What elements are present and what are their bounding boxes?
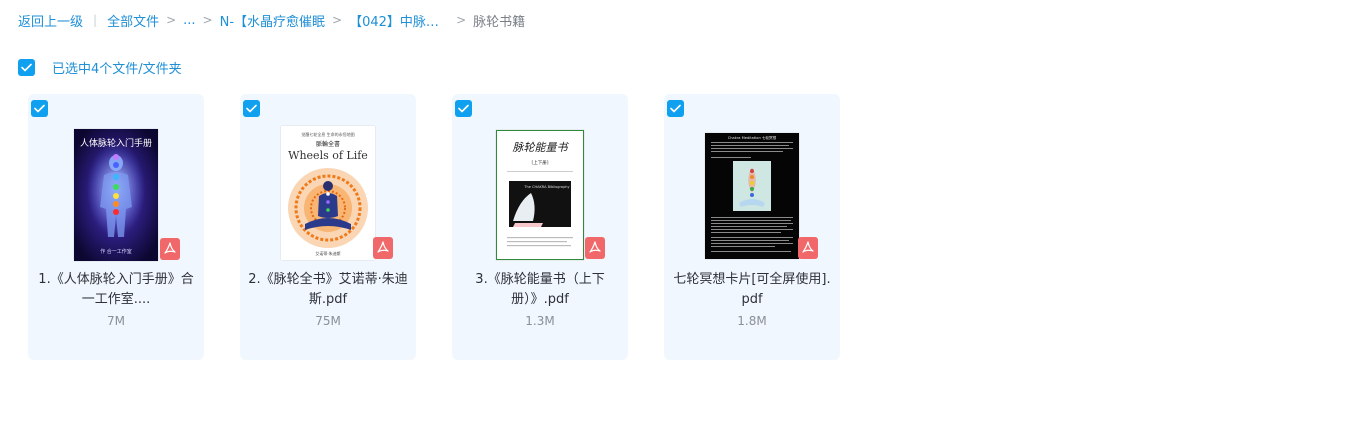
cover-subtitle: [上下册] [531,159,548,166]
file-size: 7M [107,314,125,328]
file-browser-page: 返回上一级 | 全部文件 > ... > N-【水晶疗愈催眠 > 【042】中脉… [0,0,1361,444]
file-name[interactable]: 3.《脉轮能量书（上下册）》.pdf [460,270,620,310]
file-checkbox[interactable] [243,100,260,117]
book-cover-image: 人体脉轮入门手册 作 合一工作室 [74,129,158,261]
select-all-bar: 已选中4个文件/文件夹 [18,58,182,77]
chevron-right-icon: > [166,13,177,27]
breadcrumb-divider: | [93,13,98,27]
file-thumbnail: 脉轮能量书 [上下册] The CHAKRA Bibliography [496,130,584,260]
breadcrumb-folder-2[interactable]: 【042】中脉七轮冥想 [349,11,449,30]
book-cover-image: 觉醒七轮全息 生命的永恒地图 脈輪全書 Wheels of Life 艾诺蒂·朱… [281,126,375,260]
file-checkbox[interactable] [455,100,472,117]
file-name[interactable]: 七轮冥想卡片[可全屏使用].pdf [672,270,832,310]
file-card[interactable]: Chakra Meditation 七轮冥想 七轮冥想卡片[可全屏使用].pdf… [664,94,840,360]
breadcrumb-current: 脉轮书籍 [473,14,526,30]
file-card[interactable]: 觉醒七轮全息 生命的永恒地图 脈輪全書 Wheels of Life 艾诺蒂·朱… [240,94,416,360]
file-checkbox[interactable] [667,100,684,117]
check-icon [21,63,32,72]
chevron-right-icon: > [456,13,467,27]
file-card[interactable]: 人体脉轮入门手册 作 合一工作室 1.《人体脉轮入门手册》合一工作室.... 7… [28,94,204,360]
file-checkbox[interactable] [31,100,48,117]
breadcrumb: 返回上一级 | 全部文件 > ... > N-【水晶疗愈催眠 > 【042】中脉… [18,10,525,30]
file-card[interactable]: 脉轮能量书 [上下册] The CHAKRA Bibliography 3.《脉… [452,94,628,360]
back-link[interactable]: 返回上一级 [18,11,83,30]
file-thumbnail: 人体脉轮入门手册 作 合一工作室 [74,129,158,261]
cover-top-text: 觉醒七轮全息 生命的永恒地图 [301,131,354,137]
breadcrumb-all-files[interactable]: 全部文件 [107,11,159,30]
file-size: 1.3M [525,314,555,328]
breadcrumb-folder-1[interactable]: N-【水晶疗愈催眠 [220,11,325,30]
file-thumbnail: Chakra Meditation 七轮冥想 [705,133,799,259]
file-size: 75M [315,314,341,328]
breadcrumb-ellipsis[interactable]: ... [183,13,195,28]
check-icon [670,104,681,113]
chevron-right-icon: > [202,13,213,27]
pdf-icon [798,237,818,259]
check-icon [246,104,257,113]
pdf-icon [585,237,605,259]
book-cover-image: Chakra Meditation 七轮冥想 [705,133,799,259]
cover-title: 人体脉轮入门手册 [80,137,152,149]
cover-title-en: Wheels of Life [288,149,368,162]
select-all-checkbox[interactable] [18,59,35,76]
file-thumbnail: 觉醒七轮全息 生命的永恒地图 脈輪全書 Wheels of Life 艾诺蒂·朱… [281,126,375,260]
chevron-right-icon: > [332,13,343,27]
cover-english-title: The CHAKRA Bibliography [523,185,569,189]
file-name[interactable]: 2.《脉轮全书》艾诺蒂·朱迪斯.pdf [248,270,408,310]
pdf-icon [160,238,180,260]
selection-count-text: 已选中4个文件/文件夹 [52,62,182,77]
file-grid: 人体脉轮入门手册 作 合一工作室 1.《人体脉轮入门手册》合一工作室.... 7… [28,94,876,360]
cover-title: 脉轮能量书 [513,141,570,154]
book-cover-image: 脉轮能量书 [上下册] The CHAKRA Bibliography [497,131,583,259]
cover-header: Chakra Meditation 七轮冥想 [728,135,777,140]
cover-caption: 作 合一工作室 [100,248,132,255]
cover-bottom-text: 艾诺蒂·朱迪斯 [315,250,340,256]
check-icon [34,104,45,113]
file-name[interactable]: 1.《人体脉轮入门手册》合一工作室.... [36,270,196,310]
file-size: 1.8M [737,314,767,328]
check-icon [458,104,469,113]
cover-title-cn: 脈輪全書 [316,140,340,148]
pdf-icon [373,237,393,259]
